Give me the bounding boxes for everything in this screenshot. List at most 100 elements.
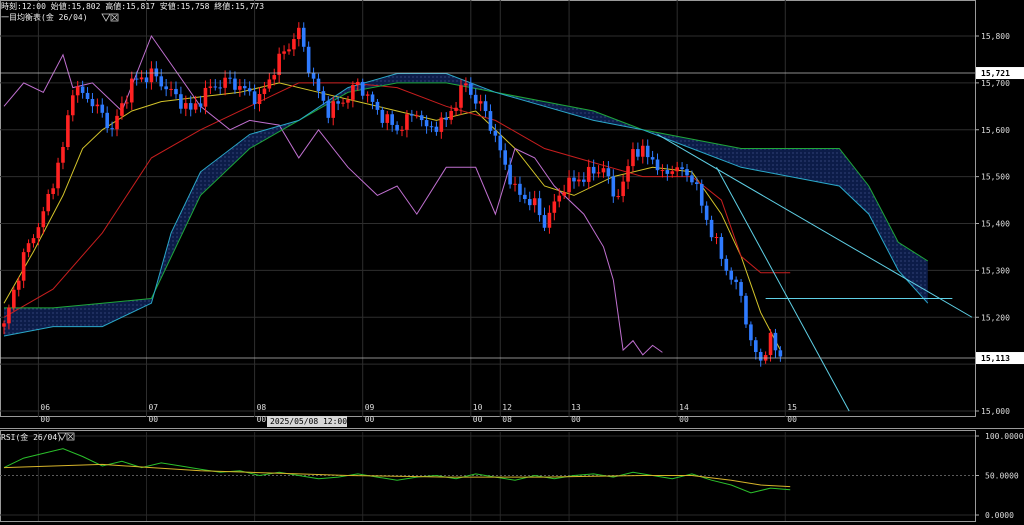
candle-up bbox=[454, 107, 458, 111]
price-tick-label: 15,800 bbox=[981, 32, 1010, 41]
candle-up bbox=[184, 103, 188, 109]
main-grid bbox=[0, 0, 1024, 522]
candle-down bbox=[233, 78, 237, 90]
candle-up bbox=[346, 99, 350, 103]
candle-down bbox=[100, 104, 105, 113]
price-tick-label: 15,400 bbox=[981, 220, 1010, 229]
time-axis-day: 09 bbox=[365, 403, 375, 412]
candle-down bbox=[591, 166, 596, 174]
candle-down bbox=[704, 205, 709, 220]
time-axis-time: 00 bbox=[787, 415, 797, 424]
candle-up bbox=[567, 177, 571, 193]
candle-up bbox=[56, 162, 60, 189]
indicator-close-icon[interactable] bbox=[110, 13, 119, 22]
candle-down bbox=[690, 175, 694, 183]
candle-up bbox=[262, 88, 267, 95]
candle-up bbox=[478, 101, 483, 104]
candle-down bbox=[695, 182, 699, 185]
candle-down bbox=[360, 81, 365, 96]
candle-down bbox=[213, 86, 218, 88]
time-axis-time: 00 bbox=[679, 415, 689, 424]
candle-up bbox=[459, 85, 463, 108]
candle-down bbox=[85, 92, 90, 99]
time-axis-day: 14 bbox=[679, 403, 689, 412]
candle-down bbox=[110, 128, 114, 130]
candle-up bbox=[125, 102, 129, 104]
candle-up bbox=[601, 168, 606, 173]
price-tick-label: 15,700 bbox=[981, 79, 1010, 88]
crosshair-time-label: 2025/05/08 12:00 bbox=[267, 416, 347, 427]
candle-down bbox=[228, 77, 232, 79]
candle-up bbox=[464, 83, 468, 86]
candle-up bbox=[577, 179, 581, 182]
rsi-tick-label: 50.0000 bbox=[985, 472, 1019, 481]
time-axis-time: 08 bbox=[502, 415, 512, 424]
candle-down bbox=[424, 120, 429, 127]
candle-up bbox=[513, 183, 517, 185]
indicator-settings-icon[interactable] bbox=[101, 13, 111, 22]
candle-up bbox=[405, 114, 409, 130]
rsi-close-icon[interactable] bbox=[66, 432, 75, 441]
rsi-title: RSI(金 26/04) bbox=[1, 432, 62, 442]
candle-down bbox=[311, 72, 316, 79]
candle-down bbox=[375, 101, 380, 110]
candle-down bbox=[719, 237, 724, 259]
time-axis-day: 10 bbox=[473, 403, 483, 412]
candle-up bbox=[21, 252, 26, 281]
candle-down bbox=[306, 46, 311, 73]
candle-up bbox=[768, 332, 773, 356]
candle-up bbox=[640, 145, 645, 157]
candle-down bbox=[164, 86, 168, 90]
price-tick-label: 15,000 bbox=[981, 407, 1010, 416]
candle-down bbox=[685, 169, 689, 176]
svg-text:2025/05/08 12:00: 2025/05/08 12:00 bbox=[270, 417, 347, 426]
candle-up bbox=[51, 188, 55, 194]
candle-up bbox=[714, 237, 719, 239]
candle-up bbox=[149, 68, 154, 83]
candle-down bbox=[154, 68, 159, 77]
candle-down bbox=[395, 124, 399, 131]
candle-up bbox=[267, 79, 272, 89]
candle-up bbox=[596, 172, 601, 174]
candle-up bbox=[208, 86, 213, 88]
time-axis-time: 00 bbox=[257, 415, 267, 424]
candle-down bbox=[469, 83, 473, 95]
chart-canvas[interactable]: 15,800 15,700 15,600 15,500 15,400 15,300 15,2… bbox=[0, 0, 1024, 525]
candle-up bbox=[7, 307, 11, 324]
candle-down bbox=[380, 109, 385, 123]
candle-down bbox=[636, 149, 640, 157]
candle-up bbox=[61, 146, 65, 163]
candle-up bbox=[120, 103, 124, 116]
candle-down bbox=[699, 184, 704, 206]
candle-up bbox=[341, 102, 345, 104]
candle-up bbox=[351, 84, 355, 100]
candle-up bbox=[46, 193, 51, 212]
time-axis-day: 06 bbox=[40, 403, 50, 412]
candle-up bbox=[557, 195, 562, 202]
candle-down bbox=[709, 219, 714, 238]
candle-up bbox=[272, 75, 277, 80]
candle-up bbox=[282, 51, 286, 54]
candle-down bbox=[218, 87, 223, 89]
candle-up bbox=[139, 77, 144, 80]
candle-down bbox=[503, 150, 507, 165]
candle-down bbox=[744, 295, 748, 325]
time-axis-day: 08 bbox=[257, 403, 267, 412]
candle-down bbox=[582, 179, 586, 182]
candle-down bbox=[419, 115, 424, 121]
candle-down bbox=[739, 282, 743, 296]
candle-up bbox=[562, 192, 566, 196]
candle-up bbox=[193, 103, 198, 110]
candle-down bbox=[753, 340, 758, 352]
candle-up bbox=[287, 49, 291, 52]
candle-down bbox=[326, 100, 331, 118]
price-tick-label: 15,500 bbox=[981, 173, 1010, 182]
candle-up bbox=[616, 196, 621, 198]
candle-up bbox=[238, 86, 242, 90]
candle-up bbox=[532, 198, 537, 206]
candle-down bbox=[778, 350, 783, 357]
time-axis-time: 00 bbox=[148, 415, 158, 424]
candle-down bbox=[252, 91, 257, 105]
candle-up bbox=[75, 86, 80, 96]
candle-up bbox=[277, 53, 281, 76]
